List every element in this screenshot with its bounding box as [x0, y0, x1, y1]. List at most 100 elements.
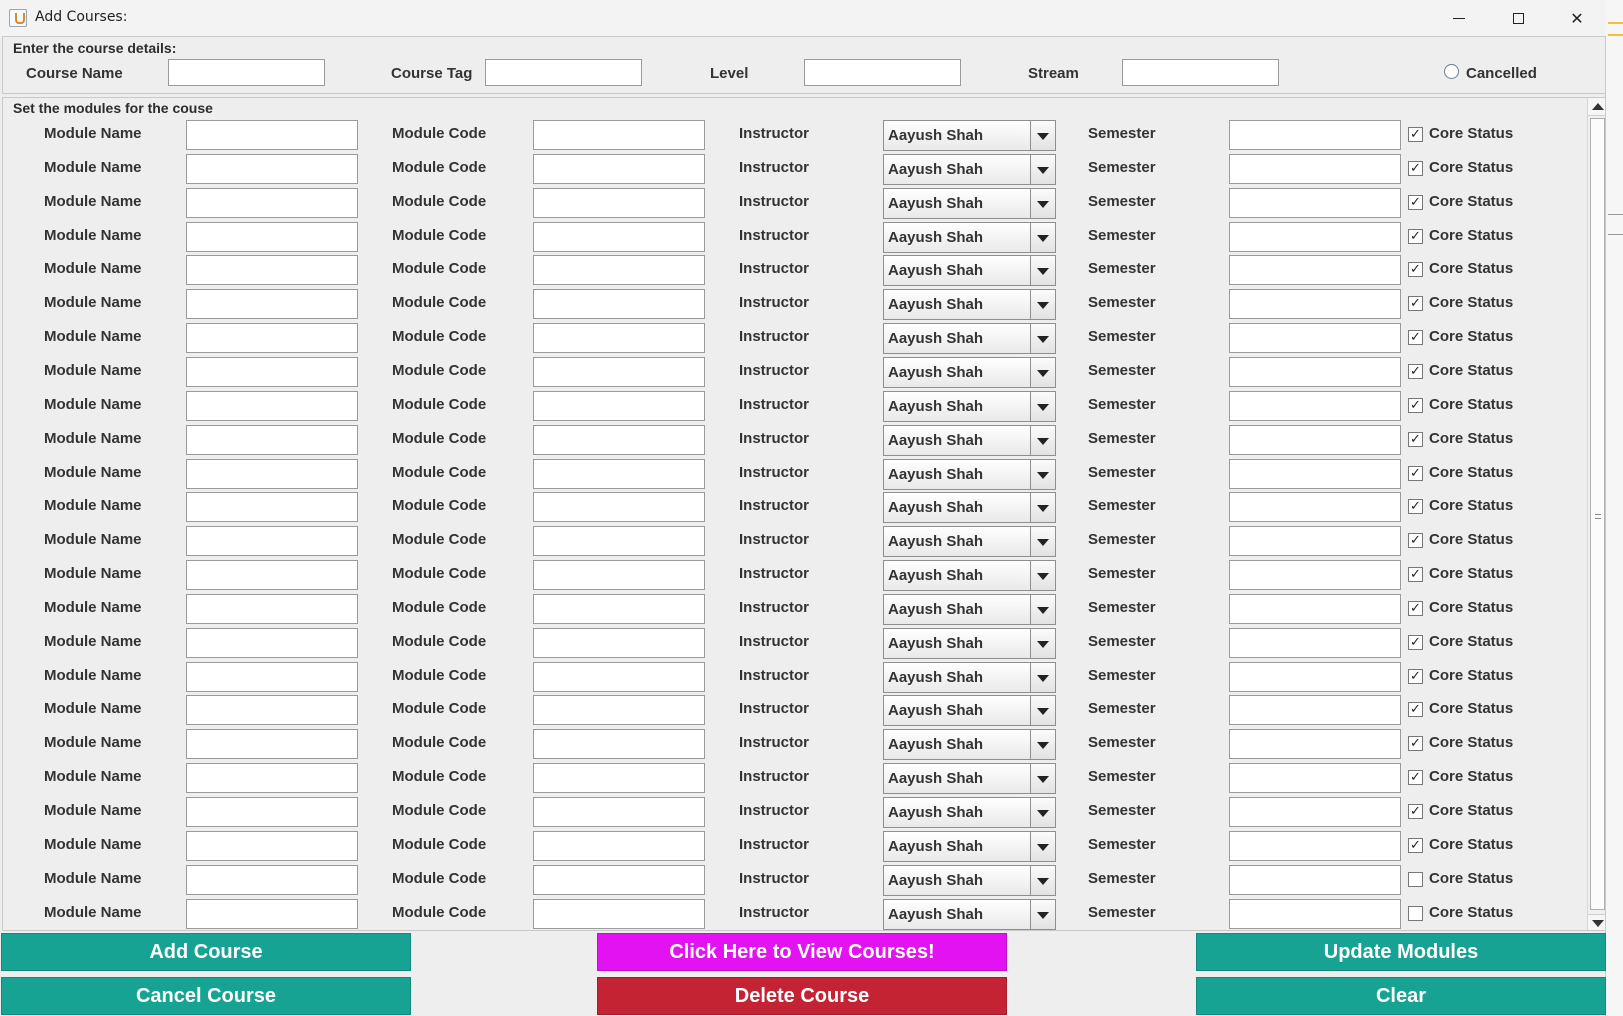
close-button[interactable]: ✕ [1548, 0, 1606, 36]
core-status-checkbox[interactable]: ✓ [1408, 431, 1423, 447]
module-name-field[interactable] [186, 526, 358, 557]
instructor-dropdown[interactable]: Aayush Shah [883, 187, 1056, 219]
chevron-down-icon[interactable] [1030, 865, 1055, 895]
semester-field[interactable] [1229, 627, 1401, 658]
semester-field[interactable] [1229, 390, 1401, 421]
semester-field[interactable] [1229, 593, 1401, 624]
chevron-down-icon[interactable] [1030, 357, 1055, 387]
core-status-checkbox[interactable]: ✓ [1408, 397, 1423, 413]
chevron-down-icon[interactable] [1030, 290, 1055, 320]
semester-field[interactable] [1229, 356, 1401, 387]
semester-field[interactable] [1229, 458, 1401, 489]
module-code-field[interactable] [533, 526, 705, 557]
module-name-field[interactable] [186, 153, 358, 184]
instructor-dropdown[interactable]: Aayush Shah [883, 898, 1056, 930]
core-status-checkbox[interactable]: ✓ [1408, 363, 1423, 379]
semester-field[interactable] [1229, 424, 1401, 455]
module-name-field[interactable] [186, 120, 358, 150]
course-name-field[interactable] [168, 59, 325, 86]
module-name-field[interactable] [186, 763, 358, 794]
chevron-down-icon[interactable] [1030, 256, 1055, 286]
minimize-button[interactable] [1430, 0, 1488, 36]
semester-field[interactable] [1229, 153, 1401, 184]
module-name-field[interactable] [186, 560, 358, 591]
module-code-field[interactable] [533, 898, 705, 929]
chevron-down-icon[interactable] [1030, 628, 1055, 658]
module-code-field[interactable] [533, 356, 705, 387]
semester-field[interactable] [1229, 830, 1401, 861]
stream-field[interactable] [1122, 59, 1279, 86]
semester-field[interactable] [1229, 560, 1401, 591]
instructor-dropdown[interactable]: Aayush Shah [883, 390, 1056, 422]
chevron-down-icon[interactable] [1030, 561, 1055, 591]
semester-field[interactable] [1229, 898, 1401, 929]
core-status-checkbox[interactable]: ✓ [1408, 160, 1423, 176]
clear-button[interactable]: Clear [1196, 977, 1606, 1015]
module-code-field[interactable] [533, 120, 705, 150]
module-code-field[interactable] [533, 492, 705, 523]
instructor-dropdown[interactable]: Aayush Shah [883, 864, 1056, 896]
chevron-down-icon[interactable] [1030, 391, 1055, 421]
instructor-dropdown[interactable]: Aayush Shah [883, 120, 1056, 151]
semester-field[interactable] [1229, 323, 1401, 354]
chevron-down-icon[interactable] [1030, 662, 1055, 692]
scroll-thumb[interactable] [1590, 118, 1605, 910]
module-code-field[interactable] [533, 830, 705, 861]
update-modules-button[interactable]: Update Modules [1196, 933, 1606, 971]
module-name-field[interactable] [186, 323, 358, 354]
scroll-up-icon[interactable] [1588, 98, 1605, 116]
module-name-field[interactable] [186, 830, 358, 861]
module-name-field[interactable] [186, 221, 358, 252]
scroll-down-icon[interactable] [1588, 914, 1605, 930]
core-status-checkbox[interactable]: ✓ [1408, 567, 1423, 583]
semester-field[interactable] [1229, 221, 1401, 252]
core-status-checkbox[interactable]: ✓ [1408, 330, 1423, 346]
semester-field[interactable] [1229, 729, 1401, 760]
module-code-field[interactable] [533, 560, 705, 591]
instructor-dropdown[interactable]: Aayush Shah [883, 221, 1056, 253]
module-code-field[interactable] [533, 221, 705, 252]
module-code-field[interactable] [533, 695, 705, 726]
chevron-down-icon[interactable] [1030, 154, 1055, 184]
cancelled-radio[interactable] [1444, 64, 1459, 79]
core-status-checkbox[interactable]: ✓ [1408, 465, 1423, 481]
module-name-field[interactable] [186, 390, 358, 421]
semester-field[interactable] [1229, 187, 1401, 218]
module-code-field[interactable] [533, 763, 705, 794]
chevron-down-icon[interactable] [1030, 188, 1055, 218]
chevron-down-icon[interactable] [1030, 121, 1055, 150]
instructor-dropdown[interactable]: Aayush Shah [883, 458, 1056, 490]
semester-field[interactable] [1229, 661, 1401, 692]
chevron-down-icon[interactable] [1030, 324, 1055, 354]
module-code-field[interactable] [533, 289, 705, 320]
add-course-button[interactable]: Add Course [1, 933, 411, 971]
module-code-field[interactable] [533, 153, 705, 184]
module-code-field[interactable] [533, 424, 705, 455]
instructor-dropdown[interactable]: Aayush Shah [883, 593, 1056, 625]
module-code-field[interactable] [533, 323, 705, 354]
instructor-dropdown[interactable]: Aayush Shah [883, 729, 1056, 761]
module-code-field[interactable] [533, 458, 705, 489]
core-status-checkbox[interactable] [1408, 905, 1423, 921]
course-tag-field[interactable] [485, 59, 642, 86]
module-code-field[interactable] [533, 729, 705, 760]
chevron-down-icon[interactable] [1030, 831, 1055, 861]
core-status-checkbox[interactable]: ✓ [1408, 702, 1423, 718]
semester-field[interactable] [1229, 492, 1401, 523]
chevron-down-icon[interactable] [1030, 899, 1055, 929]
module-name-field[interactable] [186, 695, 358, 726]
module-name-field[interactable] [186, 898, 358, 929]
instructor-dropdown[interactable]: Aayush Shah [883, 356, 1056, 388]
module-name-field[interactable] [186, 356, 358, 387]
instructor-dropdown[interactable]: Aayush Shah [883, 153, 1056, 185]
core-status-checkbox[interactable]: ✓ [1408, 600, 1423, 616]
semester-field[interactable] [1229, 120, 1401, 150]
core-status-checkbox[interactable]: ✓ [1408, 127, 1423, 142]
instructor-dropdown[interactable]: Aayush Shah [883, 255, 1056, 287]
chevron-down-icon[interactable] [1030, 730, 1055, 760]
module-code-field[interactable] [533, 187, 705, 218]
instructor-dropdown[interactable]: Aayush Shah [883, 526, 1056, 558]
core-status-checkbox[interactable]: ✓ [1408, 634, 1423, 650]
semester-field[interactable] [1229, 526, 1401, 557]
semester-field[interactable] [1229, 763, 1401, 794]
